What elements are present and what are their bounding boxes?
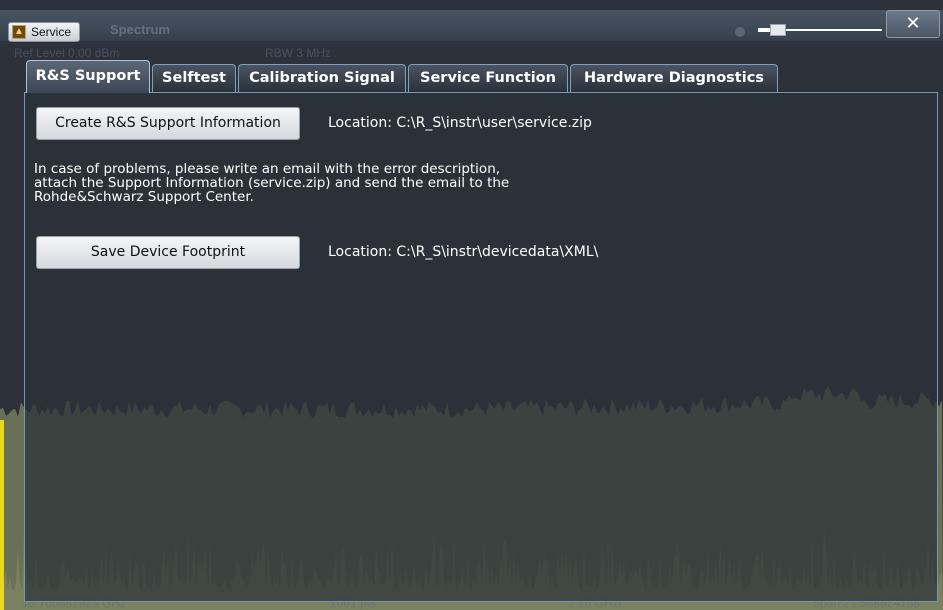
support-info-location: Location: C:\R_S\instr\user\service.zip [328,115,592,131]
tab-service-function[interactable]: Service Function [408,64,568,92]
rs-logo-icon: ▲ [12,25,26,39]
close-button[interactable]: ✕ [886,10,940,38]
service-window-tab[interactable]: ▲ Service [8,22,81,42]
support-instructions: In case of problems, please write an ema… [34,162,594,204]
info-line: In case of problems, please write an ema… [34,161,501,177]
rbw-label: RBW 3 MHz [265,46,331,60]
create-support-info-button[interactable]: Create R&S Support Information [36,107,300,140]
service-tab-label: Service [31,25,72,39]
tab-hardware-diagnostics[interactable]: Hardware Diagnostics [570,64,778,92]
info-line: Rohde&Schwarz Support Center. [34,189,254,205]
info-line: attach the Support Information (service.… [34,175,510,191]
ref-level-label: Ref Level 0.00 dBm [14,46,120,60]
tab-calibration-signal[interactable]: Calibration Signal [238,64,406,92]
transparency-slider[interactable] [758,23,886,37]
save-device-footprint-button[interactable]: Save Device Footprint [36,236,300,269]
tab-selftest[interactable]: Selftest [152,64,236,92]
transparency-icon [735,27,745,37]
slider-thumb[interactable] [770,24,786,36]
tab-rs-support[interactable]: R&S Support [26,60,150,93]
marker-bar [0,420,4,610]
footprint-location: Location: C:\R_S\instr\devicedata\XML\ [328,244,599,260]
spectrum-window-tab[interactable]: Spectrum [110,22,170,37]
